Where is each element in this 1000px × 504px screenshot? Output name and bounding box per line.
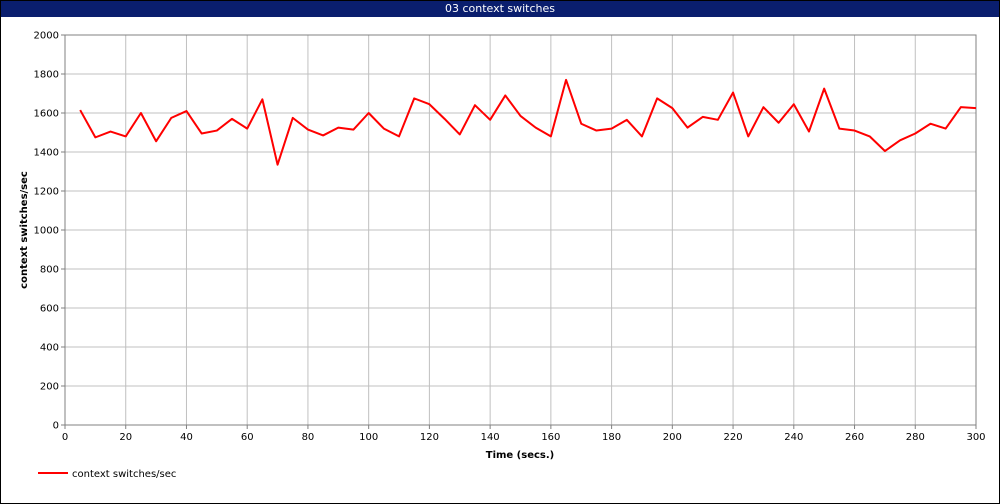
y-tick-label: 600	[40, 304, 59, 315]
y-tick-label: 200	[40, 382, 59, 393]
legend-label: context switches/sec	[72, 469, 176, 480]
x-tick-label: 260	[845, 432, 864, 443]
y-tick-label: 1800	[34, 70, 59, 81]
y-axis-label: context switches/sec	[19, 171, 30, 289]
x-tick-label: 200	[663, 432, 682, 443]
y-tick-label: 2000	[34, 31, 59, 42]
y-tick-label: 1600	[34, 109, 59, 120]
x-tick-label: 140	[481, 432, 500, 443]
y-tick-label: 0	[53, 421, 59, 432]
y-axis: 0 200 400 600 800 1000 1200 1400 1600 1800 2000	[34, 31, 65, 432]
x-tick-label: 220	[724, 432, 743, 443]
x-tick-label: 100	[359, 432, 378, 443]
y-tick-label: 1400	[34, 148, 59, 159]
legend: context switches/sec	[38, 469, 176, 480]
x-tick-label: 40	[180, 432, 193, 443]
x-axis: 0 20 40 60 80 100 120 140 160 180 200 220 240 260 280 3…	[62, 425, 986, 443]
x-tick-label: 80	[302, 432, 315, 443]
x-axis-label: Time (secs.)	[486, 450, 555, 461]
grid	[64, 34, 977, 426]
chart: 0 20 40 60 80 100 120 140 160 180 200 220 240 260 280 3…	[19, 31, 986, 481]
x-tick-label: 300	[966, 432, 985, 443]
x-tick-label: 0	[62, 432, 68, 443]
x-tick-label: 280	[906, 432, 925, 443]
x-tick-label: 180	[602, 432, 621, 443]
x-tick-label: 120	[420, 432, 439, 443]
x-tick-label: 60	[241, 432, 254, 443]
x-tick-label: 240	[784, 432, 803, 443]
x-tick-label: 20	[119, 432, 132, 443]
x-tick-label: 160	[541, 432, 560, 443]
y-tick-label: 800	[40, 265, 59, 276]
y-tick-label: 1000	[34, 226, 59, 237]
y-tick-label: 1200	[34, 187, 59, 198]
y-tick-label: 400	[40, 343, 59, 354]
